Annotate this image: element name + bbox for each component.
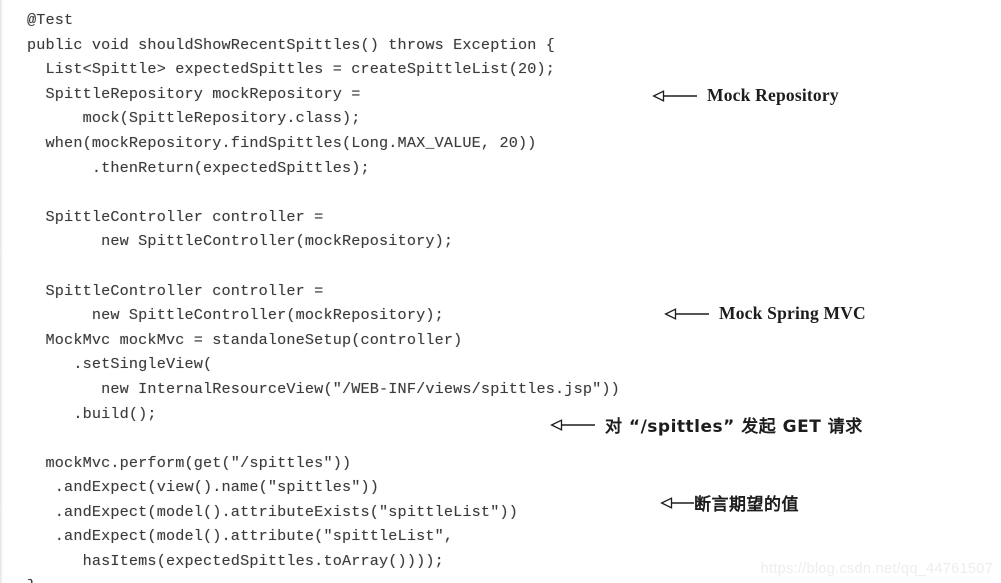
annotation-label: Mock Repository (707, 85, 839, 105)
code-line: } (27, 574, 667, 583)
code-line: hasItems(expectedSpittles.toArray()))); (27, 552, 444, 571)
page-gutter-shadow (0, 0, 3, 583)
code-line: .andExpect(model().attribute("spittleLis… (27, 527, 454, 546)
code-line: .thenReturn(expectedSpittles); (27, 158, 370, 177)
code-line: new SpittleController(mockRepository); (27, 232, 454, 251)
code-line: @Test (27, 11, 74, 29)
code-line: .andExpect(model().attributeExists("spit… (27, 502, 518, 521)
annotation-assert-expected-value: 断言期望的值 (660, 490, 799, 515)
annotation-mock-spring-mvc: Mock Spring MVC (664, 303, 866, 324)
annotation-label: 断言期望的值 (694, 495, 799, 515)
code-listing: @Test public void shouldShowRecentSpittle… (27, 8, 667, 583)
code-line: new SpittleController(mockRepository); (27, 306, 444, 325)
arrow-left-hollow-long-icon (664, 307, 710, 320)
annotation-label: Mock Spring MVC (719, 303, 866, 323)
code-line: SpittleController controller = (27, 281, 324, 300)
code-line: mockMvc.perform(get("/spittles")) (27, 453, 352, 472)
arrow-left-hollow-long-icon (550, 418, 596, 431)
code-line: .andExpect(view().name("spittles")) (27, 478, 380, 497)
code-line: MockMvc mockMvc = standaloneSetup(contro… (27, 330, 463, 349)
annotation-label: 对 “/spittles” 发起 GET 请求 (605, 417, 863, 437)
code-line: public void shouldShowRecentSpittles() t… (27, 35, 556, 54)
code-line: new InternalResourceView("/WEB-INF/views… (27, 379, 620, 398)
code-line: SpittleRepository mockRepository = (27, 84, 361, 103)
code-line: SpittleController controller = (27, 207, 324, 226)
code-line: .setSingleView( (27, 355, 213, 374)
annotation-mock-repository: Mock Repository (652, 85, 839, 106)
annotation-get-request-spittles: 对 “/spittles” 发起 GET 请求 (550, 412, 863, 437)
arrow-left-hollow-short-icon (660, 496, 694, 509)
watermark: https://blog.csdn.net/qq_44761507 (760, 561, 993, 577)
code-line: List<Spittle> expectedSpittles = createS… (27, 60, 556, 79)
scanned-code-page: @Test public void shouldShowRecentSpittle… (0, 0, 1001, 583)
code-line: when(mockRepository.findSpittles(Long.MA… (27, 133, 537, 152)
arrow-left-hollow-long-icon (652, 89, 698, 102)
code-line: mock(SpittleRepository.class); (27, 109, 361, 128)
